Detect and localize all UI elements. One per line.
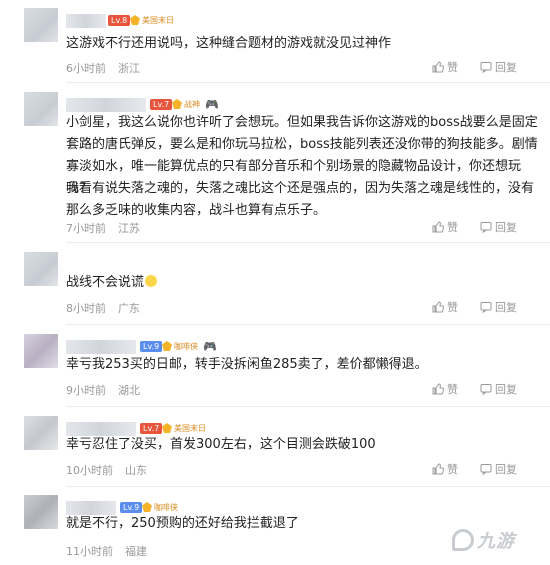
username[interactable] (66, 14, 106, 28)
thumb-up-icon (432, 61, 444, 73)
medal-icon (172, 99, 182, 109)
comment-location: 广东 (118, 302, 140, 315)
level-badge: Lv.9 (140, 341, 163, 352)
username[interactable] (66, 340, 136, 354)
jiuyou-logo-icon (452, 529, 474, 551)
watermark-logo: 九游 (452, 527, 515, 553)
comment-actions: 赞 回复 (432, 219, 517, 235)
comment-time: 9小时前 (66, 384, 106, 397)
comment-text: 幸亏我253买的日邮，转手没拆闲鱼285卖了，差价都懒得退。 (66, 357, 428, 372)
divider (66, 242, 550, 243)
comment-actions: 赞 回复 (432, 461, 517, 477)
level-badge: Lv.7 (150, 99, 173, 110)
comment-time: 8小时前 (66, 302, 106, 315)
like-button[interactable]: 赞 (432, 381, 458, 397)
avatar[interactable] (24, 252, 58, 286)
comment-bubble-icon (480, 221, 492, 233)
divider (66, 406, 550, 407)
comment-location: 浙江 (118, 62, 140, 75)
reply-button[interactable]: 回复 (480, 59, 517, 75)
like-button[interactable]: 赞 (432, 299, 458, 315)
comment-location: 江苏 (118, 222, 140, 235)
thumb-up-icon (432, 301, 444, 313)
comment-bubble-icon (480, 383, 492, 395)
comment-location: 山东 (125, 464, 147, 477)
comment-location: 福建 (125, 545, 147, 558)
comment-bubble-icon (480, 301, 492, 313)
comment-text: 战线不会说谎 (66, 272, 546, 294)
medal-badge: 战神 🎮 (172, 97, 219, 111)
comment-actions: 赞 回复 (432, 299, 517, 315)
medal-icon (162, 341, 172, 351)
thumb-up-icon (432, 463, 444, 475)
medal-badge: 咖啡侠 (142, 500, 178, 514)
thumb-up-icon (432, 221, 444, 233)
comment-meta: 6小时前 浙江 (66, 60, 140, 76)
level-badge: Lv.9 (120, 502, 143, 513)
avatar[interactable] (24, 8, 58, 42)
thumb-up-icon (432, 383, 444, 395)
comment-text: 幸亏忍住了没买，首发300左右，这个目测会跌破100 (66, 437, 376, 452)
comment-location: 湖北 (118, 384, 140, 397)
comment-actions: 赞 回复 (432, 381, 517, 397)
like-button[interactable]: 赞 (432, 461, 458, 477)
comment-meta: 7小时前 江苏 (66, 220, 140, 236)
like-button[interactable]: 赞 (432, 219, 458, 235)
medal-badge: 美国末日 (130, 13, 174, 27)
reply-button[interactable]: 回复 (480, 461, 517, 477)
comment-actions: 赞 回复 (432, 59, 517, 75)
avatar[interactable] (24, 92, 58, 126)
medal-icon (162, 423, 172, 433)
reply-button[interactable]: 回复 (480, 219, 517, 235)
comment-meta: 8小时前 广东 (66, 300, 140, 316)
comment-bubble-icon (480, 463, 492, 475)
comment-text: 我看有说失落之魂的，失落之魂比这个还是强点的，因为失落之魂是线性的，没有那么多乏… (66, 181, 535, 218)
username[interactable] (66, 98, 146, 112)
avatar[interactable] (24, 416, 58, 450)
level-badge: Lv.7 (140, 423, 163, 434)
medal-badge: 美国末日 (162, 421, 206, 435)
medal-icon (142, 502, 152, 512)
divider (66, 486, 550, 487)
medal-badge: 咖啡侠 🎮 (162, 339, 217, 353)
reply-button[interactable]: 回复 (480, 381, 517, 397)
avatar[interactable] (24, 495, 58, 529)
smile-emoji-icon (145, 275, 158, 287)
medal-icon (130, 15, 140, 25)
level-badge: Lv.8 (108, 15, 131, 26)
comment-meta: 9小时前 湖北 (66, 382, 140, 398)
comment-time: 6小时前 (66, 62, 106, 75)
divider (66, 82, 550, 83)
like-button[interactable]: 赞 (432, 59, 458, 75)
reply-button[interactable]: 回复 (480, 299, 517, 315)
gamepad-icon: 🎮 (203, 339, 217, 353)
divider (66, 324, 550, 325)
comment-bubble-icon (480, 61, 492, 73)
comment-time: 10小时前 (66, 464, 113, 477)
comment-time: 11小时前 (66, 545, 113, 558)
comment-text: 这游戏不行还用说吗，这种缝合题材的游戏就没见过神作 (66, 36, 392, 51)
comment-meta: 10小时前 山东 (66, 462, 147, 478)
gamepad-icon: 🎮 (205, 97, 219, 111)
avatar[interactable] (24, 334, 58, 368)
comment-time: 7小时前 (66, 222, 106, 235)
comment-meta: 11小时前 福建 (66, 543, 147, 559)
